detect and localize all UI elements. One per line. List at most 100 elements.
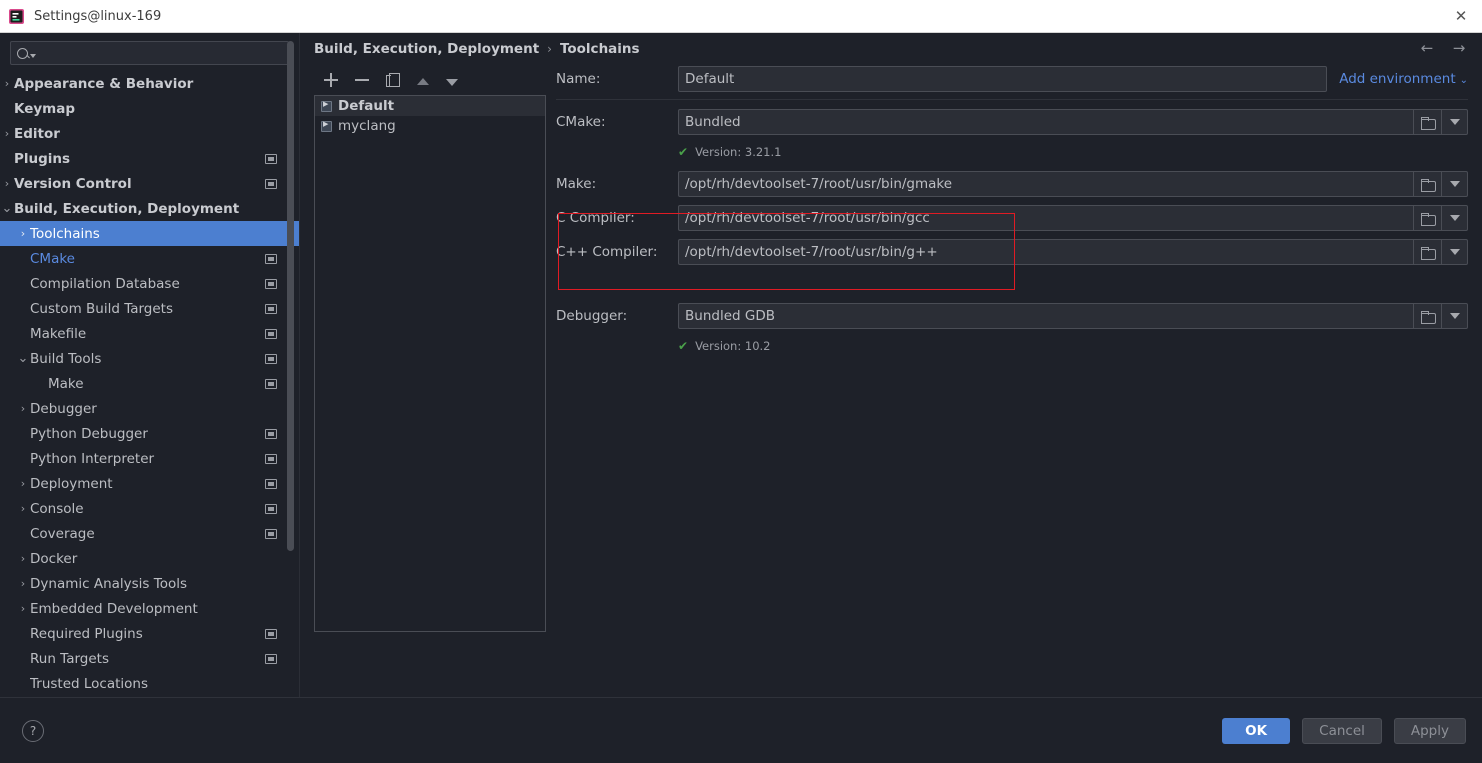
cmake-input[interactable]: Bundled [678,109,1413,135]
sidebar-item-coverage[interactable]: Coverage [0,521,299,546]
sidebar-item-plugins[interactable]: Plugins [0,146,299,171]
search-input[interactable] [10,41,289,65]
debugger-version-text: Version: 10.2 [695,339,771,353]
debugger-browse-button[interactable] [1413,303,1441,329]
check-icon: ✔ [678,339,689,353]
dialog-body: › Appearance & Behavior Keymap › Editor Plugi… [0,33,1482,697]
project-scope-icon [265,353,277,364]
chevron-right-icon[interactable]: › [16,503,30,514]
cpp-compiler-dropdown-button[interactable] [1441,239,1468,265]
cmake-row: CMake: Bundled [556,108,1468,136]
sidebar-item-compilation-database[interactable]: Compilation Database [0,271,299,296]
c-compiler-input[interactable]: /opt/rh/devtoolset-7/root/usr/bin/gcc [678,205,1413,231]
cpp-compiler-browse-button[interactable] [1413,239,1441,265]
toolchain-form: Name: Default Add environment ⌄ CMake: Bu… [546,65,1482,632]
close-icon[interactable]: ✕ [1450,5,1472,27]
sidebar-item-cmake[interactable]: CMake [0,246,299,271]
sidebar-item-custom-build-targets[interactable]: Custom Build Targets [0,296,299,321]
toolchain-list-item[interactable]: Default [315,96,545,116]
form-divider [556,99,1468,100]
sidebar-item-build-execution-deployment[interactable]: ⌄ Build, Execution, Deployment [0,196,299,221]
sidebar-item-appearance-behavior[interactable]: › Appearance & Behavior [0,71,299,96]
project-scope-icon [265,653,277,664]
sidebar-item-console[interactable]: › Console [0,496,299,521]
move-down-button[interactable] [446,78,458,86]
make-browse-button[interactable] [1413,171,1441,197]
sidebar-item-run-targets[interactable]: Run Targets [0,646,299,671]
settings-app-icon [8,8,25,25]
sidebar-item-keymap[interactable]: Keymap [0,96,299,121]
c-compiler-dropdown-button[interactable] [1441,205,1468,231]
name-input[interactable]: Default [678,66,1328,92]
sidebar-item-debugger[interactable]: › Debugger [0,396,299,421]
forward-icon[interactable]: → [1450,41,1468,57]
chevron-right-icon[interactable]: › [16,478,30,489]
sidebar-item-editor[interactable]: › Editor [0,121,299,146]
sidebar-item-trusted-locations[interactable]: Trusted Locations [0,671,299,696]
cpp-compiler-row: C++ Compiler: /opt/rh/devtoolset-7/root/… [556,238,1468,266]
chevron-right-icon[interactable]: › [0,78,14,89]
breadcrumb: Build, Execution, Deployment › Toolchain… [300,33,1482,65]
sidebar-item-label: Appearance & Behavior [14,75,194,92]
cmake-browse-button[interactable] [1413,109,1441,135]
copy-toolchain-button[interactable] [386,73,400,87]
chevron-right-icon[interactable]: › [16,553,30,564]
sidebar-item-python-debugger[interactable]: Python Debugger [0,421,299,446]
toolchain-icon [321,120,332,132]
sidebar-item-label: Debugger [30,400,97,417]
breadcrumb-separator: › [547,42,552,56]
chevron-right-icon[interactable]: › [16,603,30,614]
breadcrumb-parent[interactable]: Build, Execution, Deployment [314,41,539,57]
sidebar-item-deployment[interactable]: › Deployment [0,471,299,496]
sidebar-item-build-tools[interactable]: ⌄ Build Tools [0,346,299,371]
chevron-down-icon [30,54,36,58]
help-button[interactable]: ? [22,719,44,742]
sidebar-item-embedded-development[interactable]: › Embedded Development [0,596,299,621]
move-up-button[interactable] [417,78,429,85]
folder-icon [1420,212,1436,226]
chevron-right-icon[interactable]: › [16,228,30,239]
chevron-right-icon[interactable]: › [16,403,30,414]
add-environment-button[interactable]: Add environment ⌄ [1339,71,1468,87]
project-scope-icon [265,153,277,164]
sidebar-item-version-control[interactable]: › Version Control [0,171,299,196]
sidebar-item-required-plugins[interactable]: Required Plugins [0,621,299,646]
sidebar-scrollbar-thumb[interactable] [287,41,294,551]
project-scope-icon [265,178,277,189]
sidebar-item-label: Deployment [30,475,113,492]
sidebar-item-python-interpreter[interactable]: Python Interpreter [0,446,299,471]
apply-button[interactable]: Apply [1393,717,1466,744]
debugger-dropdown-button[interactable] [1441,303,1468,329]
chevron-down-icon [1449,313,1460,319]
make-input[interactable]: /opt/rh/devtoolset-7/root/usr/bin/gmake [678,171,1413,197]
cmake-dropdown-button[interactable] [1441,109,1468,135]
toolchain-list-item[interactable]: myclang [315,116,545,136]
back-icon[interactable]: ← [1418,41,1436,57]
window-title: Settings@linux-169 [34,8,162,24]
ok-button[interactable]: OK [1222,717,1291,744]
chevron-down-icon[interactable]: ⌄ [0,202,14,215]
cpp-compiler-input[interactable]: /opt/rh/devtoolset-7/root/usr/bin/g++ [678,239,1413,265]
c-compiler-browse-button[interactable] [1413,205,1441,231]
cmake-combo: Bundled [678,109,1468,135]
make-dropdown-button[interactable] [1441,171,1468,197]
sidebar-item-label: Python Debugger [30,425,148,442]
debugger-input[interactable]: Bundled GDB [678,303,1413,329]
debugger-combo: Bundled GDB [678,303,1468,329]
remove-toolchain-button[interactable] [355,73,369,87]
sidebar-item-docker[interactable]: › Docker [0,546,299,571]
cancel-button[interactable]: Cancel [1302,717,1382,744]
chevron-down-icon[interactable]: ⌄ [16,352,30,365]
chevron-right-icon[interactable]: › [0,178,14,189]
sidebar-item-toolchains[interactable]: › Toolchains [0,221,299,246]
project-scope-icon [265,328,277,339]
make-label: Make: [556,176,597,192]
navigation-buttons: ← → [1418,41,1468,57]
add-toolchain-button[interactable] [324,73,338,87]
sidebar-item-makefile[interactable]: Makefile [0,321,299,346]
chevron-right-icon[interactable]: › [0,128,14,139]
sidebar-item-make[interactable]: Make [0,371,299,396]
sidebar-item-dynamic-analysis-tools[interactable]: › Dynamic Analysis Tools [0,571,299,596]
name-label: Name: [556,71,601,87]
chevron-right-icon[interactable]: › [16,578,30,589]
